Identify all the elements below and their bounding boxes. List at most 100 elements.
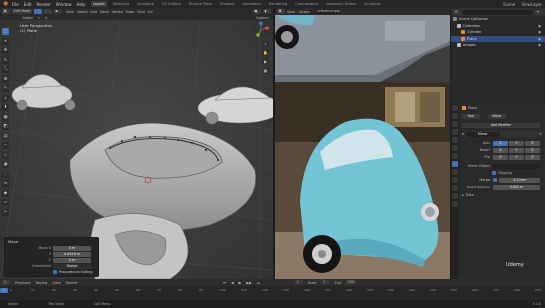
bisect-z-toggle[interactable]: Z: [525, 147, 540, 153]
next-key-icon[interactable]: ▶▶: [246, 281, 251, 285]
particles-tab-icon[interactable]: [452, 168, 458, 175]
bisect-y-toggle[interactable]: Y: [509, 147, 524, 153]
workspace-tab-rendering[interactable]: Rendering: [267, 1, 289, 7]
play-icon[interactable]: ▶: [239, 281, 242, 285]
blender-logo-icon[interactable]: ◉: [3, 1, 9, 7]
prev-key-icon[interactable]: ◀: [231, 281, 234, 285]
menu-uv[interactable]: UV: [148, 10, 153, 14]
data-subpanel[interactable]: ▸ Data: [462, 192, 474, 198]
menu-vertex[interactable]: Vertex: [112, 10, 123, 14]
flip-y-toggle[interactable]: Y: [509, 154, 524, 160]
timeline-menu-view[interactable]: View: [52, 281, 60, 285]
view-layer-tab-icon[interactable]: [452, 128, 458, 135]
axis-x-toggle[interactable]: X: [493, 140, 508, 146]
merge-checkbox[interactable]: [493, 178, 497, 182]
inset-icon[interactable]: ▣: [2, 113, 9, 121]
menu-add[interactable]: Add: [90, 10, 97, 14]
image-menu-view[interactable]: View: [287, 10, 295, 14]
face-select-button[interactable]: ▪: [53, 9, 62, 14]
workspace-tab-animation[interactable]: Animation: [241, 1, 263, 7]
spin-icon[interactable]: ◕: [2, 161, 9, 168]
modifier-close-icon[interactable]: ✕: [539, 132, 542, 136]
shading-material-button[interactable]: ◐: [263, 9, 271, 14]
flip-x-toggle[interactable]: X: [493, 154, 508, 160]
mode-selector[interactable]: Edit Mode: [12, 9, 32, 14]
visibility-eye-icon[interactable]: ◉: [538, 43, 541, 47]
data-tab-icon[interactable]: [452, 192, 458, 199]
transform-icon[interactable]: ⊞: [2, 75, 9, 83]
proportional-icon[interactable]: ◎: [45, 16, 48, 20]
workspace-tab-sculpting[interactable]: Sculpting: [135, 1, 156, 7]
axis-z-toggle[interactable]: Z: [525, 140, 540, 146]
expand-arrow-icon[interactable]: ▾: [462, 132, 464, 136]
object-tab-icon[interactable]: [452, 152, 458, 159]
poly-build-icon[interactable]: ◇: [2, 151, 9, 159]
menu-render[interactable]: Render: [36, 2, 50, 7]
zoom-icon[interactable]: ⌕: [262, 40, 269, 47]
move-x-field[interactable]: 0 m: [53, 245, 91, 251]
shrink-icon[interactable]: ◆: [2, 189, 9, 197]
view-layer-selector[interactable]: ViewLayer: [521, 2, 542, 7]
workspace-tab-shading[interactable]: Shading: [218, 1, 237, 7]
workspace-tab-compositing[interactable]: Compositing: [293, 1, 320, 7]
reference-image-bottom[interactable]: [275, 82, 450, 279]
scene-tab-icon[interactable]: [452, 136, 458, 143]
operator-title[interactable]: Move: [5, 238, 98, 245]
add-modifier-button[interactable]: Add Modifier: [462, 122, 540, 128]
world-tab-icon[interactable]: [452, 144, 458, 151]
move-icon[interactable]: ✥: [2, 47, 9, 54]
workspace-tab-scripting[interactable]: Scripting: [362, 1, 382, 7]
reference-image-top[interactable]: [275, 15, 450, 82]
modifier-name-field[interactable]: Mirror: [465, 131, 500, 137]
snap-icon[interactable]: ⌖: [38, 16, 40, 20]
tool-tab[interactable]: Tool: [462, 113, 480, 119]
vertex-select-button[interactable]: ·: [33, 9, 42, 14]
menu-view[interactable]: View: [66, 10, 74, 14]
camera-icon[interactable]: ▶: [262, 58, 269, 65]
orientation-dropdown[interactable]: Global: [53, 263, 91, 269]
shear-icon[interactable]: ▱: [2, 199, 9, 206]
smooth-icon[interactable]: ◌: [2, 170, 9, 178]
output-tab-icon[interactable]: [452, 120, 458, 127]
filter-icon[interactable]: ⏷: [535, 9, 543, 15]
bevel-icon[interactable]: ◩: [2, 123, 9, 130]
visibility-eye-icon[interactable]: ◉: [538, 30, 541, 34]
workspace-tab-layout[interactable]: Layout: [90, 1, 107, 7]
shading-solid-button[interactable]: ●: [253, 9, 261, 14]
scale-icon[interactable]: ⤡: [2, 66, 9, 73]
move-y-field[interactable]: 0.0416 m: [53, 251, 91, 257]
workspace-tab-geometry-nodes[interactable]: Geometry Nodes: [324, 1, 358, 7]
timeline-type-button[interactable]: ◷: [2, 280, 10, 285]
menu-edit[interactable]: Edit: [24, 2, 32, 7]
outliner-search-input[interactable]: [463, 9, 533, 15]
options-menu[interactable]: Options: [256, 16, 269, 20]
navigation-gizmo[interactable]: [252, 21, 270, 39]
workspace-tab-uv-editing[interactable]: UV Editing: [160, 1, 183, 7]
outliner-row-images[interactable]: Images ◉: [451, 42, 545, 49]
end-frame-field[interactable]: 250: [346, 280, 356, 285]
visibility-eye-icon[interactable]: ◉: [538, 37, 541, 41]
menu-mesh[interactable]: Mesh: [100, 10, 109, 14]
timeline-menu-marker[interactable]: Marker: [66, 281, 78, 285]
menu-face[interactable]: Face: [137, 10, 145, 14]
start-frame-field[interactable]: 1: [321, 280, 330, 285]
annotate-icon[interactable]: ✎: [2, 85, 9, 92]
outliner-type-button[interactable]: ☰: [453, 9, 461, 15]
jump-end-icon[interactable]: ⏭: [257, 281, 260, 285]
mirror-tab[interactable]: Mirror: [488, 113, 506, 119]
jump-start-icon[interactable]: ⏮: [223, 281, 226, 285]
edge-slide-icon[interactable]: ⇋: [2, 180, 9, 187]
clipping-checkbox[interactable]: [492, 171, 496, 175]
image-editor-type-button[interactable]: ▣: [277, 9, 285, 14]
cursor-icon[interactable]: ⌖: [2, 37, 9, 45]
playhead-frame[interactable]: 1: [0, 288, 8, 293]
flip-z-toggle[interactable]: Z: [525, 154, 540, 160]
bisect-x-toggle[interactable]: X: [493, 147, 508, 153]
menu-edge[interactable]: Edge: [126, 10, 135, 14]
render-tab-icon[interactable]: [452, 112, 458, 119]
merge-distance-field[interactable]: 0.1 mm: [499, 177, 540, 183]
workspace-tab-texture-paint[interactable]: Texture Paint: [187, 1, 214, 7]
extrude-icon[interactable]: ⬆: [2, 104, 9, 111]
move-z-field[interactable]: 0 m: [53, 257, 91, 263]
scene-selector[interactable]: Scene: [503, 2, 515, 7]
